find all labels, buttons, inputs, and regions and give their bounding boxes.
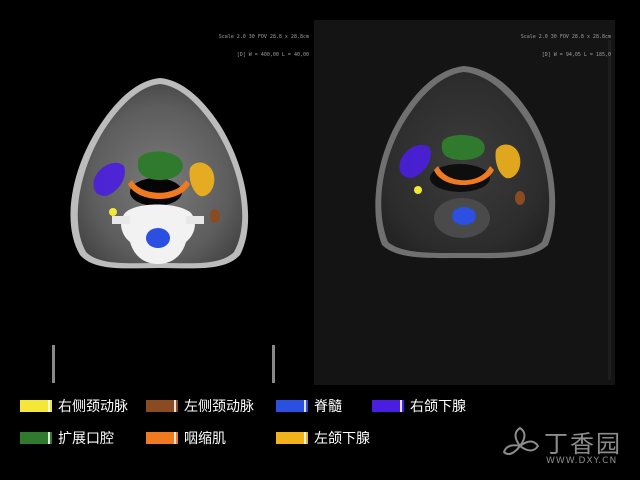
legend-item-dilated-oral-cavity: 扩展口腔 (20, 428, 114, 448)
legend-item-right-carotid: 右侧颈动脉 (20, 396, 128, 416)
mr-header-info: Scale 2.0 30 FOV 28.8 x 28.8cm [D] W = 9… (521, 22, 611, 70)
legend-label-left-carotid: 左侧颈动脉 (184, 399, 254, 415)
legend-label-right-submandibular: 右颌下腺 (410, 399, 466, 415)
mr-header-line-2: [D] W = 94,05 L = 185,0 (541, 52, 611, 58)
ct-header-info: Scale 2.0 30 FOV 28.8 x 28.8cm [D] W = 4… (219, 22, 309, 70)
legend-item-spinal-cord: 脊髓 (276, 396, 342, 416)
legend-label-dilated-oral-cavity: 扩展口腔 (58, 431, 114, 447)
ct-left-carotid (210, 209, 220, 223)
ct-image-panel: Scale 2.0 30 FOV 28.8 x 28.8cm [D] W = 4… (0, 20, 313, 385)
mr-image-panel: Scale 2.0 30 FOV 28.8 x 28.8cm [D] W = 9… (314, 20, 615, 385)
legend-swatch-spinal-cord (276, 400, 308, 412)
mr-left-carotid (515, 191, 525, 205)
mr-spinal-cord (452, 207, 476, 225)
mr-right-carotid (414, 186, 422, 194)
ct-footer-info (2, 359, 14, 383)
legend-item-constrictor-muscle: 咽缩肌 (146, 428, 226, 448)
ct-spinal-cord (146, 228, 170, 248)
legend-swatch-left-submandibular (276, 432, 308, 444)
ct-scale-bar-left (52, 345, 55, 383)
mr-header-line-1: Scale 2.0 30 FOV 28.8 x 28.8cm (520, 34, 611, 40)
legend-swatch-right-carotid (20, 400, 52, 412)
ct-right-carotid (109, 208, 117, 216)
mr-axial-slice (375, 40, 611, 380)
ct-transverse-process-right (112, 216, 130, 224)
dxy-flower-icon (502, 426, 540, 455)
ct-footer-info-right (297, 347, 309, 383)
legend-item-left-submandibular: 左颌下腺 (276, 428, 370, 448)
legend-label-right-carotid: 右侧颈动脉 (58, 399, 128, 415)
mr-footer-info (316, 359, 328, 383)
ct-header-line-1: Scale 2.0 30 FOV 28.8 x 28.8cm (218, 34, 309, 40)
legend-swatch-right-submandibular (372, 400, 404, 412)
dxy-url-text: WWW.DXY.CN (546, 456, 618, 466)
ct-transverse-process-left (186, 216, 204, 224)
legend-item-right-submandibular: 右颌下腺 (372, 396, 466, 416)
ct-axial-slice (52, 78, 275, 383)
ct-header-line-2: [D] W = 400,00 L = 40,00 (236, 52, 309, 58)
legend-label-constrictor-muscle: 咽缩肌 (184, 431, 226, 447)
ct-dilated-oral-cavity (137, 151, 183, 180)
ct-scale-bar-right (272, 345, 275, 383)
mr-dilated-oral-cavity (441, 135, 485, 160)
legend-item-left-carotid: 左侧颈动脉 (146, 396, 254, 416)
dxy-watermark: 丁香园 WWW.DXY.CN (500, 420, 640, 476)
legend-swatch-dilated-oral-cavity (20, 432, 52, 444)
mr-scale-bar (608, 40, 611, 380)
legend-swatch-constrictor-muscle (146, 432, 178, 444)
legend-label-left-submandibular: 左颌下腺 (314, 431, 370, 447)
legend-swatch-left-carotid (146, 400, 178, 412)
dxy-brand-text: 丁香园 (544, 430, 622, 458)
legend-label-spinal-cord: 脊髓 (314, 399, 342, 415)
mr-footer-info-right (599, 347, 611, 383)
